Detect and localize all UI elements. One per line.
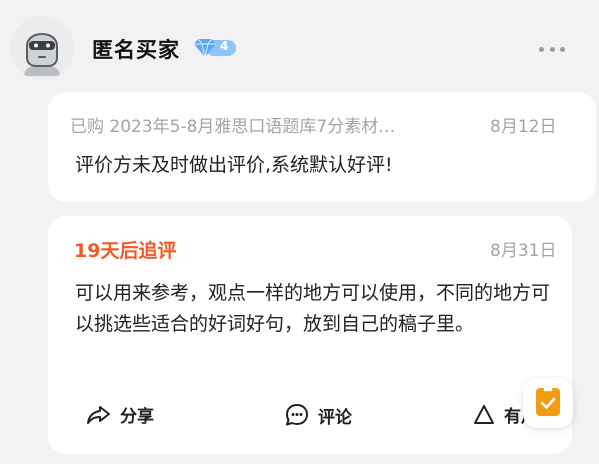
share-button[interactable]: 分享	[86, 402, 154, 427]
follow-up-date: 8月31日	[490, 241, 557, 261]
share-label: 分享	[120, 407, 154, 427]
first-review-card: 已购 2023年5-8月雅思口语题库7分素材… 8月12日 评价方未及时做出评价…	[48, 92, 596, 202]
comment-icon	[286, 404, 308, 426]
level-badge: 4	[220, 39, 229, 53]
follow-up-text: 可以用来参考，观点一样的地方可以使用，不同的地方可以挑选些适合的好词好句，放到自…	[75, 282, 551, 335]
comment-label: 评论	[318, 407, 352, 428]
review-header: 匿名买家 4	[0, 0, 599, 98]
floating-note-button[interactable]	[523, 378, 573, 428]
avatar-robot-icon	[10, 16, 74, 80]
thumb-icon	[474, 404, 494, 424]
note-icon	[536, 386, 560, 416]
follow-up-card: 19天后追评 8月31日 可以用来参考，观点一样的地方可以使用，不同的地方可以挑…	[48, 216, 572, 454]
diamond-icon	[194, 38, 236, 58]
review-date: 8月12日	[490, 117, 557, 137]
purchase-info[interactable]: 已购 2023年5-8月雅思口语题库7分素材…	[70, 112, 395, 137]
review-text: 评价方未及时做出评价,系统默认好评!	[75, 154, 393, 176]
share-icon	[87, 405, 110, 424]
avatar[interactable]	[10, 16, 74, 80]
follow-up-title: 19天后追评	[74, 240, 177, 262]
more-icon[interactable]	[539, 46, 565, 52]
action-bar: 分享 评论 有用	[48, 402, 572, 438]
username: 匿名买家	[92, 38, 180, 62]
comment-button[interactable]: 评论	[284, 402, 352, 428]
